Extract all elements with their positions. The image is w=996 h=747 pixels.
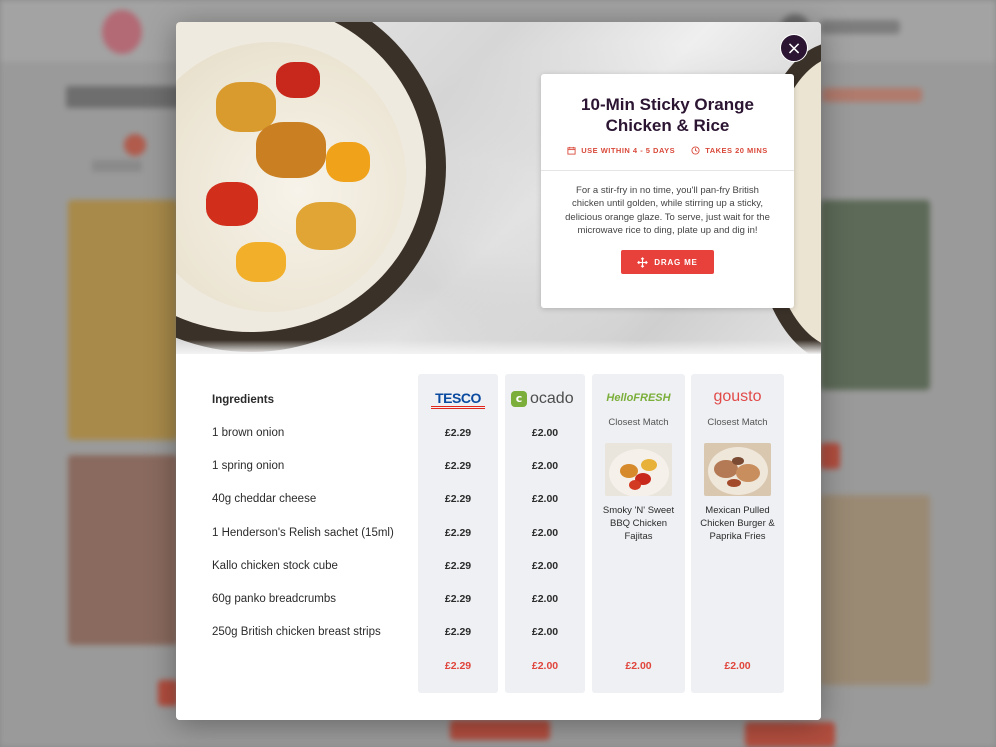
recipe-info-card: 10-Min Sticky Orange Chicken & Rice USE … <box>541 74 794 308</box>
ingredient-item: 1 brown onion <box>212 427 285 439</box>
price: £2.00 <box>531 592 559 605</box>
closest-match-label: Closest Match <box>707 417 768 428</box>
tesco-prices: £2.29 £2.29 £2.29 £2.29 £2.29 £2.29 £2.2… <box>418 427 498 659</box>
gousto-match-image[interactable] <box>704 443 771 496</box>
takes-time: TAKES 20 MINS <box>691 146 768 155</box>
price: £2.00 <box>531 460 559 473</box>
ingredient-item: 60g panko breadcrumbs <box>212 592 337 605</box>
food-piece <box>296 202 356 250</box>
use-within: USE WITHIN 4 - 5 DAYS <box>567 146 675 155</box>
ingredient-item: 1 Henderson's Relish sachet (15ml) <box>212 526 394 539</box>
price: £2.00 <box>531 559 559 572</box>
close-icon: × <box>786 38 802 59</box>
divider <box>541 170 794 171</box>
hellofresh-total: £2.00 <box>625 660 652 672</box>
drag-button-label: DRAG ME <box>654 257 698 267</box>
hellofresh-match-image[interactable] <box>605 443 672 496</box>
ocado-total: £2.00 <box>531 660 559 672</box>
food-piece <box>276 62 320 98</box>
price: £2.29 <box>444 460 472 473</box>
bg-link <box>822 88 922 102</box>
bg-tab-badge <box>124 134 146 156</box>
bg-recipe-card <box>820 200 930 390</box>
price: £2.29 <box>444 493 472 506</box>
use-within-label: USE WITHIN 4 - 5 DAYS <box>581 146 676 155</box>
bg-recipe-card <box>820 495 930 685</box>
takes-time-label: TAKES 20 MINS <box>705 146 768 155</box>
retailer-column-gousto[interactable]: gousto Closest Match Mexican Pulled Chic… <box>691 374 784 693</box>
bg-tab-label <box>92 160 142 172</box>
bg-page-heading <box>66 86 186 108</box>
food-piece <box>326 142 370 182</box>
bg-button <box>450 720 550 740</box>
ocado-logo-icon: c <box>511 391 527 407</box>
bg-recipe-card <box>68 200 178 440</box>
ingredient-item: Kallo chicken stock cube <box>212 559 338 572</box>
hero-fade <box>176 340 821 354</box>
price: £2.00 <box>531 526 559 539</box>
gousto-logo: gousto <box>713 388 762 405</box>
tesco-total: £2.29 <box>444 660 472 672</box>
food-piece <box>216 82 276 132</box>
bg-recipe-card <box>68 455 178 645</box>
drag-button[interactable]: DRAG ME <box>621 250 714 274</box>
tesco-logo-text: TESCO <box>435 390 481 406</box>
ingredient-item: 40g cheddar cheese <box>212 493 317 506</box>
price: £2.29 <box>444 559 472 572</box>
ingredient-item: 250g British chicken breast strips <box>212 626 381 639</box>
bg-logo <box>102 10 142 54</box>
ocado-logo: c ocado <box>511 390 574 408</box>
retailer-column-ocado[interactable]: c ocado £2.00 £2.00 £2.00 £2.00 £2.00 £2… <box>505 374 585 693</box>
recipe-meta: USE WITHIN 4 - 5 DAYS TAKES 20 MINS <box>541 146 794 155</box>
retailer-column-tesco[interactable]: TESCO £2.29 £2.29 £2.29 £2.29 £2.29 £2.2… <box>418 374 498 693</box>
tesco-stripes <box>431 406 485 409</box>
price: £2.00 <box>531 493 559 506</box>
gousto-total: £2.00 <box>724 660 751 672</box>
food-piece <box>236 242 286 282</box>
gousto-match-photo <box>704 443 771 496</box>
ingredients-header: Ingredients <box>212 394 274 406</box>
gousto-match-name: Mexican Pulled Chicken Burger & Paprika … <box>700 505 775 542</box>
hellofresh-logo: HelloFRESH <box>606 392 671 404</box>
hellofresh-match-photo <box>605 443 672 496</box>
hellofresh-match-name: Smoky 'N' Sweet BBQ Chicken Fajitas <box>602 505 675 542</box>
ingredients-comparison: Ingredients 1 brown onion 1 spring onion… <box>176 354 821 720</box>
bg-button <box>745 722 835 747</box>
closest-match-label: Closest Match <box>608 417 669 428</box>
price: £2.00 <box>531 626 559 639</box>
recipe-description: For a stir-fry in no time, you'll pan-fr… <box>565 185 770 236</box>
price: £2.29 <box>444 626 472 639</box>
bg-button <box>158 680 178 706</box>
price: £2.29 <box>444 592 472 605</box>
ingredients-list: 1 brown onion 1 spring onion 40g cheddar… <box>212 427 394 659</box>
ingredient-item: 1 spring onion <box>212 460 285 473</box>
food-piece <box>256 122 326 178</box>
price: £2.00 <box>531 427 559 439</box>
recipe-title: 10-Min Sticky Orange Chicken & Rice <box>581 95 754 135</box>
tesco-logo: TESCO <box>431 390 485 409</box>
close-button[interactable]: × <box>780 34 808 62</box>
recipe-modal: × 10-Min Sticky Orange Chicken & Rice US… <box>176 22 821 720</box>
calendar-icon <box>567 146 576 155</box>
price: £2.29 <box>444 427 472 439</box>
bg-button <box>820 443 840 469</box>
move-icon <box>637 256 649 268</box>
food-piece <box>206 182 258 226</box>
clock-icon <box>691 146 700 155</box>
retailer-column-hellofresh[interactable]: HelloFRESH Closest Match Smoky 'N' Sweet… <box>592 374 685 693</box>
bg-user-name <box>820 20 900 34</box>
ocado-logo-text: ocado <box>530 390 574 407</box>
price: £2.29 <box>444 526 472 539</box>
ocado-prices: £2.00 £2.00 £2.00 £2.00 £2.00 £2.00 £2.0… <box>505 427 585 659</box>
